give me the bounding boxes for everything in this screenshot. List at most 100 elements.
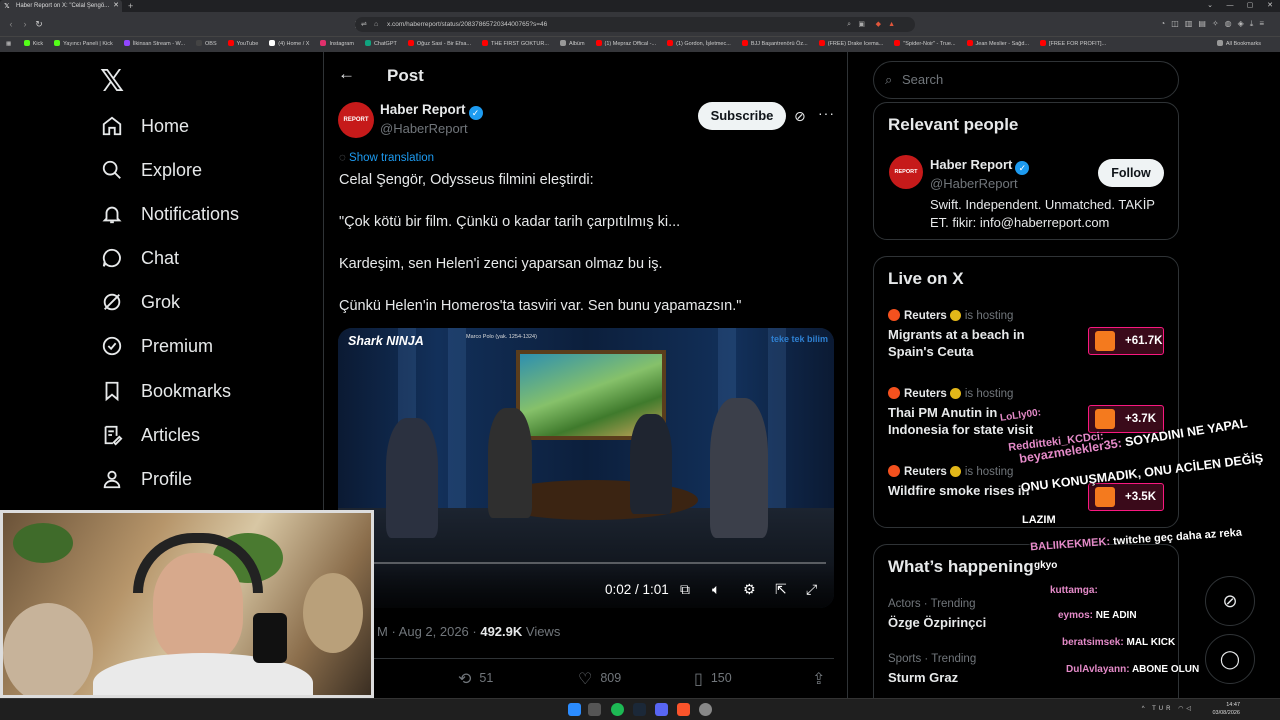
back-arrow-icon[interactable]: ← bbox=[338, 64, 355, 84]
person-avatar[interactable]: REPORT bbox=[889, 155, 923, 189]
author-avatar[interactable]: REPORT bbox=[338, 102, 374, 138]
extension-icon[interactable]: ◔ bbox=[1160, 19, 1171, 28]
dropdown-icon[interactable]: ⌄ bbox=[1200, 0, 1220, 12]
chevron-up-icon[interactable]: ^ bbox=[1142, 706, 1148, 712]
captions-icon[interactable]: ⧉ bbox=[680, 581, 690, 598]
image-icon[interactable]: ▣ bbox=[858, 17, 865, 32]
bookmark-item[interactable]: (1) Mepraz Offical -... bbox=[595, 37, 656, 52]
apps-icon[interactable]: ▦ bbox=[6, 37, 11, 52]
nav-premium[interactable]: Premium bbox=[100, 324, 213, 368]
share-button[interactable]: ⇪ bbox=[812, 669, 833, 689]
repost-button[interactable]: ⟲ 51 bbox=[458, 669, 493, 689]
reload-icon[interactable]: ↻ bbox=[32, 17, 46, 31]
bookmark-item[interactable]: Albüm bbox=[559, 37, 585, 52]
all-bookmarks-folder[interactable]: All Bookmarks bbox=[1216, 37, 1261, 52]
download-icon[interactable]: ⤓ bbox=[1250, 19, 1260, 28]
shield-icon[interactable]: ◈ bbox=[1238, 19, 1250, 28]
bookmark-favicon-icon bbox=[320, 40, 327, 46]
nav-bookmarks[interactable]: Bookmarks bbox=[100, 369, 231, 413]
bookmark-item[interactable]: (1) Gordon, İşletmec... bbox=[667, 37, 731, 52]
follow-button[interactable]: Follow bbox=[1098, 159, 1164, 187]
video-progress-bar[interactable] bbox=[346, 562, 826, 564]
nav-articles[interactable]: Articles bbox=[100, 413, 200, 457]
author-handle[interactable]: @HaberReport bbox=[380, 121, 468, 136]
settings-gear-icon[interactable]: ⚙ bbox=[743, 581, 756, 598]
bookmark-item[interactable]: YouTube bbox=[227, 37, 258, 52]
bookmark-item[interactable]: THE FIRST GOKTUR... bbox=[481, 37, 549, 52]
person-name[interactable]: Haber Report ✓ bbox=[930, 157, 1030, 175]
nav-profile[interactable]: Profile bbox=[100, 457, 192, 501]
x-logo-icon[interactable]: 𝕏 bbox=[100, 64, 124, 99]
zoom-icon[interactable]: ⌕ bbox=[847, 17, 851, 32]
grok-explain-icon[interactable]: ⊘ bbox=[794, 108, 806, 125]
bookmark-item[interactable]: Kick bbox=[23, 37, 43, 52]
bookmark-item[interactable]: Instagram bbox=[320, 37, 354, 52]
maximize-icon[interactable]: ▢ bbox=[1240, 0, 1260, 12]
minimize-icon[interactable]: — bbox=[1220, 0, 1240, 12]
webcam-overlay bbox=[0, 510, 374, 698]
tab-close-icon[interactable]: ✕ bbox=[113, 0, 119, 12]
show-translation-link[interactable]: ◌ Show translation bbox=[339, 152, 434, 164]
bookmark-item[interactable]: İlkinsan Stream - W... bbox=[123, 37, 185, 52]
person-handle[interactable]: @HaberReport bbox=[930, 176, 1018, 191]
search-input[interactable]: ⌕ Search bbox=[873, 61, 1179, 99]
nav-grok[interactable]: Grok bbox=[100, 280, 180, 324]
like-button[interactable]: ♡ 809 bbox=[578, 669, 621, 689]
discord-icon[interactable] bbox=[655, 703, 668, 716]
bookmark-button[interactable]: ▯ 150 bbox=[694, 669, 732, 689]
bookmark-item[interactable]: Jean Meslier - Sağd... bbox=[966, 37, 1029, 52]
start-icon[interactable] bbox=[568, 703, 581, 716]
bookmark-item[interactable]: [FREE FOR PROFIT]... bbox=[1040, 37, 1106, 52]
bookmark-item[interactable]: OBS bbox=[196, 37, 217, 52]
forward-icon[interactable]: › bbox=[18, 17, 32, 31]
bookmark-item[interactable]: (4) Home / X bbox=[269, 37, 309, 52]
steam-icon[interactable] bbox=[633, 703, 646, 716]
video-player[interactable]: Shark NINJA Marco Polo (yak. 1254-1324) … bbox=[338, 328, 834, 608]
nav-home[interactable]: Home bbox=[100, 104, 189, 148]
grok-float-icon[interactable]: ⊘ bbox=[1205, 576, 1255, 626]
obs-icon[interactable] bbox=[699, 703, 712, 716]
bookmark-icon bbox=[100, 379, 124, 403]
subscribe-button[interactable]: Subscribe bbox=[698, 102, 786, 130]
wallet-icon[interactable]: ▤ bbox=[1198, 19, 1212, 28]
close-window-icon[interactable]: ✕ bbox=[1260, 0, 1280, 12]
language-indicator[interactable]: TUR bbox=[1152, 706, 1173, 712]
nav-label: Profile bbox=[141, 468, 193, 489]
bookmark-item[interactable]: "Spider-Noir" - True... bbox=[894, 37, 956, 52]
messages-float-icon[interactable]: ◯ bbox=[1205, 634, 1255, 684]
brave-rewards-icon[interactable]: ▲ bbox=[888, 17, 895, 32]
browser-tab[interactable]: 𝕏 Haber Report on X: "Celal Şengö... ✕ bbox=[0, 0, 122, 12]
more-options-icon[interactable]: ··· bbox=[818, 105, 835, 121]
author-name[interactable]: Haber Report ✓ bbox=[380, 102, 483, 120]
extension-icon[interactable]: ◫ bbox=[1171, 19, 1185, 28]
spotify-icon[interactable] bbox=[611, 703, 624, 716]
grok-icon bbox=[100, 290, 124, 314]
back-icon[interactable]: ‹ bbox=[4, 17, 18, 31]
bookmark-item[interactable]: BJJ Başantrenörü Öz... bbox=[741, 37, 808, 52]
sidebar-icon[interactable]: ▥ bbox=[1185, 19, 1199, 28]
volume-icon[interactable]: ◁ bbox=[1186, 706, 1194, 712]
brave-icon[interactable] bbox=[677, 703, 690, 716]
ai-icon[interactable]: ✧ bbox=[1212, 19, 1225, 28]
menu-icon[interactable]: ≡ bbox=[1259, 19, 1270, 28]
bookmark-item[interactable]: Yayıncı Paneli | Kick bbox=[54, 37, 113, 52]
fullscreen-icon[interactable]: ⤢ bbox=[806, 581, 817, 598]
bookmark-item[interactable]: ChatGPT bbox=[364, 37, 397, 52]
clock[interactable]: 14:47 03/08/2026 bbox=[1212, 701, 1240, 717]
brave-shield-icon[interactable]: ◆ bbox=[876, 17, 881, 32]
new-tab-button[interactable]: + bbox=[128, 0, 138, 12]
address-bar[interactable]: ⇌ ⌂ x.com/haberreport/status/20837865720… bbox=[355, 17, 915, 32]
nav-notifications[interactable]: Notifications bbox=[100, 192, 239, 236]
nav-chat[interactable]: Chat bbox=[100, 236, 179, 280]
nav-explore[interactable]: Explore bbox=[100, 148, 202, 192]
site-info-icon[interactable]: ⇌ bbox=[361, 17, 367, 32]
pip-icon[interactable]: ⇱ bbox=[775, 581, 787, 598]
vpn-icon[interactable]: ◍ bbox=[1225, 19, 1238, 28]
live-item[interactable]: Reuters is hosting Migrants at a beach in… bbox=[888, 309, 1168, 360]
bookmark-item[interactable]: (FREE) Drake Icema... bbox=[818, 37, 883, 52]
bookmark-item[interactable]: Oğuz Sasi - Bir Efsa... bbox=[407, 37, 471, 52]
trend-item[interactable]: Özge Özpirinçci bbox=[888, 615, 986, 630]
search-taskbar-icon[interactable] bbox=[588, 703, 601, 716]
volume-icon[interactable]: 🔈︎ bbox=[712, 581, 720, 598]
trend-item[interactable]: Sturm Graz bbox=[888, 670, 958, 685]
